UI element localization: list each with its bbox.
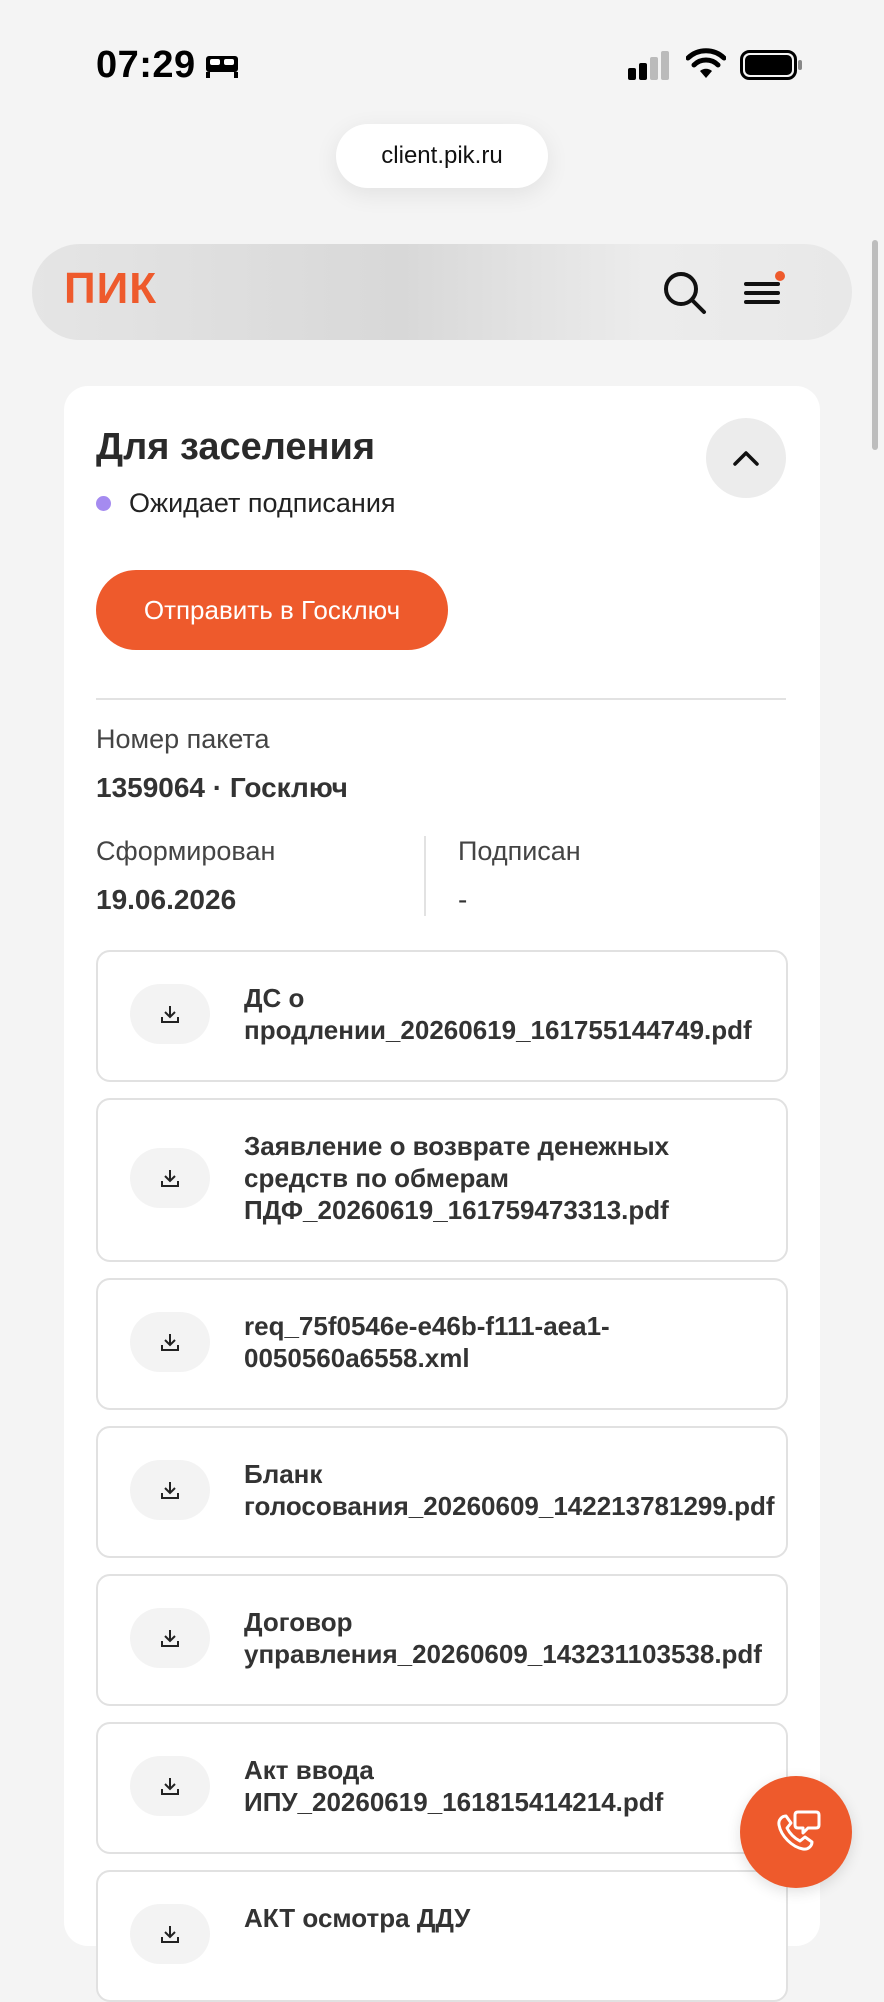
download-icon — [161, 1334, 179, 1351]
signal-icon — [628, 51, 669, 80]
file-item[interactable]: АКТ осмотра ДДУ — [96, 1870, 788, 2002]
signed-label: Подписан — [458, 836, 581, 866]
download-button[interactable] — [130, 1148, 210, 1208]
file-name: Договор управления_20260609_143231103538… — [244, 1607, 762, 1669]
file-name: Акт ввода ИПУ_20260619_161815414214.pdf — [244, 1755, 664, 1817]
formed-value: 19.06.2026 — [96, 884, 237, 915]
signed-value: - — [458, 884, 468, 915]
package-number-value: 1359064 · Госключ — [96, 772, 348, 803]
document-package-card: Для заселения Ожидает подписания Отправи… — [64, 386, 820, 2002]
file-item[interactable]: ДС о продлении_20260619_161755144749.pdf — [96, 950, 788, 1082]
url-bar[interactable]: client.pik.ru — [336, 124, 548, 188]
site-header: ПИК — [32, 244, 852, 340]
status-row: Ожидает подписания — [96, 488, 396, 519]
file-item[interactable]: Заявление о возврате денежных средств по… — [96, 1098, 788, 1262]
download-button[interactable] — [130, 1608, 210, 1668]
status-text: Ожидает подписания — [129, 488, 396, 518]
download-icon — [161, 1482, 179, 1499]
chat-support-button[interactable] — [740, 1776, 852, 1888]
file-item[interactable]: Бланк голосования_20260609_142213781299.… — [96, 1426, 788, 1558]
file-name: req_75f0546e-e46b-f111-aea1- 0050560a655… — [244, 1311, 610, 1373]
status-bar: 07:29 — [0, 0, 884, 130]
download-button[interactable] — [130, 1904, 210, 1964]
collapse-button[interactable] — [706, 418, 786, 498]
search-icon[interactable] — [660, 268, 708, 316]
send-to-goskey-button[interactable]: Отправить в Госключ — [96, 570, 448, 650]
file-name: Бланк голосования_20260609_142213781299.… — [244, 1459, 775, 1521]
page-scrollbar[interactable] — [872, 240, 878, 450]
download-icon — [161, 1006, 179, 1023]
download-button[interactable] — [130, 1312, 210, 1372]
download-icon — [161, 1630, 179, 1647]
file-item[interactable]: req_75f0546e-e46b-f111-aea1- 0050560a655… — [96, 1278, 788, 1410]
download-button[interactable] — [130, 984, 210, 1044]
file-name: АКТ осмотра ДДУ — [244, 1903, 471, 1933]
file-item[interactable]: Договор управления_20260609_143231103538… — [96, 1574, 788, 1706]
formed-label: Сформирован — [96, 836, 276, 866]
chat-phone-icon — [777, 1810, 821, 1851]
chevron-up-icon — [733, 451, 759, 466]
status-time: 07:29 — [96, 44, 196, 86]
file-name: ДС о продлении_20260619_161755144749.pdf — [244, 983, 752, 1045]
pik-logo[interactable]: ПИК — [64, 264, 157, 314]
file-item[interactable]: Акт ввода ИПУ_20260619_161815414214.pdf — [96, 1722, 788, 1854]
battery-icon — [740, 50, 802, 80]
divider — [96, 698, 786, 700]
vertical-divider — [424, 836, 426, 916]
menu-icon[interactable] — [740, 270, 792, 314]
download-button[interactable] — [130, 1460, 210, 1520]
package-number-label: Номер пакета — [96, 724, 270, 754]
download-button[interactable] — [130, 1756, 210, 1816]
bed-icon — [206, 56, 238, 78]
download-icon — [161, 1926, 179, 1943]
download-icon — [161, 1778, 179, 1795]
file-name: Заявление о возврате денежных средств по… — [244, 1131, 670, 1225]
download-icon — [161, 1170, 179, 1187]
wifi-icon — [686, 48, 726, 78]
card-title: Для заселения — [96, 426, 375, 468]
status-dot — [96, 496, 111, 511]
